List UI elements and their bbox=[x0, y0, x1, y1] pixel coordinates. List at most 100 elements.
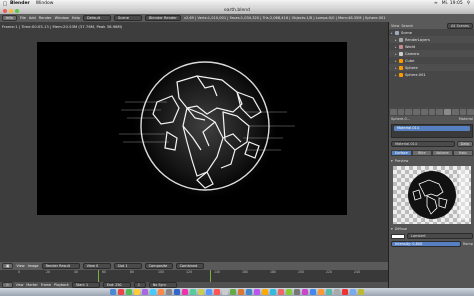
dock-app-icon[interactable] bbox=[182, 289, 188, 295]
view-selector[interactable]: View 0 bbox=[82, 263, 111, 269]
object-tab-icon[interactable] bbox=[413, 109, 420, 115]
editor-type-button-image[interactable]: ▣ bbox=[2, 263, 14, 269]
physics-tab-icon[interactable] bbox=[467, 109, 474, 115]
clock[interactable]: Mi. 19:05 bbox=[442, 1, 463, 6]
modifiers-tab-icon[interactable] bbox=[428, 109, 436, 115]
dock-app-icon[interactable] bbox=[286, 289, 292, 295]
ramp-checkbox[interactable]: Ramp bbox=[463, 242, 473, 246]
outliner-item[interactable]: ▸ Sphere bbox=[389, 64, 474, 71]
timeline-frame-menu[interactable]: Frame bbox=[41, 283, 51, 287]
render-canvas[interactable] bbox=[37, 42, 347, 215]
scene-selector[interactable]: Scene bbox=[113, 15, 142, 21]
tab-surface[interactable]: Surface bbox=[391, 150, 412, 156]
layer-selector[interactable]: Composite bbox=[144, 263, 173, 269]
dock-app-icon[interactable] bbox=[358, 289, 364, 295]
app-menu[interactable]: Blender bbox=[10, 1, 30, 6]
timeline-marker-menu[interactable]: Marker bbox=[26, 283, 37, 287]
outliner-item[interactable]: ▸ Sphere.001 bbox=[389, 71, 474, 78]
outliner-view-menu[interactable]: View bbox=[391, 24, 399, 28]
dock-app-icon[interactable] bbox=[270, 289, 276, 295]
dock-app-icon[interactable] bbox=[110, 289, 116, 295]
particles-tab-icon[interactable] bbox=[459, 109, 467, 115]
dock-app-icon[interactable] bbox=[150, 289, 156, 295]
diffuse-shader-selector[interactable]: Lambert bbox=[407, 233, 473, 239]
spotlight-icon[interactable]: ⚲ bbox=[467, 1, 470, 6]
scene-tab-icon[interactable] bbox=[397, 109, 405, 115]
dock-app-icon[interactable] bbox=[238, 289, 244, 295]
properties-editor[interactable]: Sphere.0... Material Material.014 Materi… bbox=[389, 108, 474, 296]
data-link-button[interactable]: Data bbox=[456, 141, 473, 147]
image-view-menu[interactable]: View bbox=[16, 264, 24, 268]
material-slots-list[interactable]: Material.014 bbox=[391, 124, 473, 138]
current-frame-indicator[interactable] bbox=[98, 270, 99, 282]
layout-selector[interactable]: Default bbox=[82, 15, 111, 21]
dock-app-icon[interactable] bbox=[246, 289, 252, 295]
outliner-item[interactable]: ▸ World bbox=[389, 43, 474, 50]
preview-panel-header[interactable]: ▾ Preview bbox=[389, 158, 474, 164]
tab-halo[interactable]: Halo bbox=[452, 150, 473, 156]
diffuse-color-swatch[interactable] bbox=[391, 233, 405, 239]
material-tab-icon[interactable] bbox=[444, 109, 451, 115]
image-editor[interactable]: Frame:1 | Time:00:05.13 | Mem:20.53M (37… bbox=[0, 22, 388, 262]
outliner[interactable]: View Search All Scenes ▸ Scene ▸ RenderLaye… bbox=[389, 22, 474, 107]
menu-file[interactable]: File bbox=[20, 16, 26, 20]
dock-app-icon[interactable] bbox=[294, 289, 300, 295]
zoom-icon[interactable] bbox=[15, 8, 19, 13]
menu-render[interactable]: Render bbox=[39, 16, 52, 20]
dock-app-icon[interactable] bbox=[254, 289, 260, 295]
dock-app-icon[interactable] bbox=[310, 289, 316, 295]
dock-app-icon[interactable] bbox=[142, 289, 148, 295]
outliner-item[interactable]: ▸ RenderLayers bbox=[389, 36, 474, 43]
timeline-playback-menu[interactable]: Playback bbox=[54, 283, 69, 287]
tab-wire[interactable]: Wire bbox=[411, 150, 432, 156]
close-icon[interactable] bbox=[3, 8, 7, 13]
tab-volume[interactable]: Volume bbox=[432, 150, 453, 156]
dock-app-icon[interactable] bbox=[166, 289, 172, 295]
world-tab-icon[interactable] bbox=[405, 109, 413, 115]
dock-app-icon[interactable] bbox=[262, 289, 268, 295]
outliner-search-menu[interactable]: Search bbox=[401, 24, 413, 28]
dock-app-icon[interactable] bbox=[326, 289, 332, 295]
dock-app-icon[interactable] bbox=[134, 289, 140, 295]
render-tab-icon[interactable] bbox=[390, 109, 397, 115]
dock-app-icon[interactable] bbox=[190, 289, 196, 295]
outliner-item[interactable]: ▸ Scene bbox=[389, 29, 474, 36]
outliner-item[interactable]: ▸ Cube bbox=[389, 57, 474, 64]
editor-type-button[interactable]: Info bbox=[2, 15, 17, 21]
dock-app-icon[interactable] bbox=[214, 289, 220, 295]
slot-selector[interactable]: Slot 1 bbox=[113, 263, 142, 269]
menu-help[interactable]: Help bbox=[72, 16, 80, 20]
material-slot-item[interactable]: Material.014 bbox=[394, 126, 470, 131]
dock-app-icon[interactable] bbox=[302, 289, 308, 295]
outliner-display-mode[interactable]: All Scenes bbox=[447, 22, 473, 29]
dock-app-icon[interactable] bbox=[350, 289, 356, 295]
pass-selector[interactable]: Combined bbox=[175, 263, 204, 269]
apple-icon[interactable]:  bbox=[0, 1, 10, 7]
dock-app-icon[interactable] bbox=[118, 289, 124, 295]
render-engine-selector[interactable]: Blender Render bbox=[144, 15, 181, 21]
outliner-item[interactable]: ▸ Camera bbox=[389, 50, 474, 57]
constraints-tab-icon[interactable] bbox=[420, 109, 428, 115]
dock-app-icon[interactable] bbox=[198, 289, 204, 295]
material-datablock[interactable]: Material.014 bbox=[391, 141, 455, 147]
dock-app-icon[interactable] bbox=[158, 289, 164, 295]
dock-app-icon[interactable] bbox=[126, 289, 132, 295]
intensity-slider[interactable]: Intensity: 0.800 bbox=[391, 241, 461, 247]
dock-app-icon[interactable] bbox=[206, 289, 212, 295]
image-menu[interactable]: Image bbox=[28, 264, 39, 268]
menu-window[interactable]: Window bbox=[55, 16, 69, 20]
dock-app-icon[interactable] bbox=[334, 289, 340, 295]
dock-app-icon[interactable] bbox=[278, 289, 284, 295]
minimize-icon[interactable] bbox=[9, 8, 13, 13]
dock-app-icon[interactable] bbox=[222, 289, 228, 295]
wifi-icon[interactable]: ≈ bbox=[434, 1, 438, 6]
dock-app-icon[interactable] bbox=[174, 289, 180, 295]
window-menu[interactable]: Window bbox=[36, 1, 54, 6]
data-tab-icon[interactable] bbox=[436, 109, 444, 115]
timeline-view-menu[interactable]: View bbox=[16, 283, 24, 287]
image-selector[interactable]: Render Result bbox=[41, 263, 80, 269]
dock-app-icon[interactable] bbox=[230, 289, 236, 295]
texture-tab-icon[interactable] bbox=[451, 109, 459, 115]
menu-add[interactable]: Add bbox=[29, 16, 36, 20]
dock-app-icon[interactable] bbox=[342, 289, 348, 295]
